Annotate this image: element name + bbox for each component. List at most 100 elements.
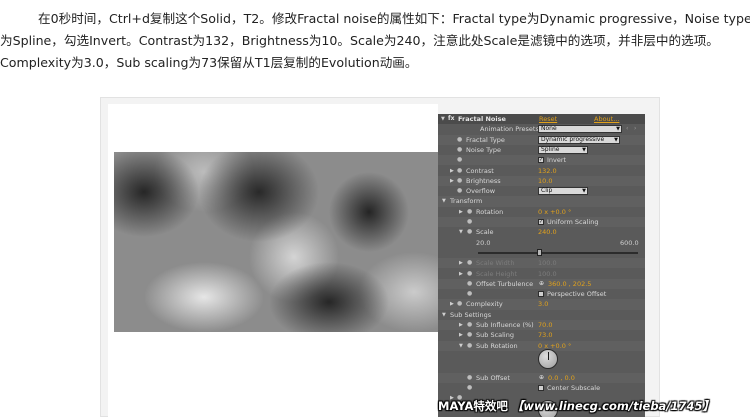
fractal-type-value: Dynamic progressive bbox=[541, 135, 605, 143]
fractal-noise-preview bbox=[114, 152, 438, 332]
rotation-value[interactable]: 0 x +0.0 ° bbox=[538, 207, 571, 217]
stopwatch-icon[interactable]: ● bbox=[467, 279, 472, 289]
contrast-value[interactable]: 132.0 bbox=[538, 166, 557, 176]
twirl-open-icon[interactable]: ▼ bbox=[442, 196, 446, 206]
twirl-open-icon[interactable]: ▼ bbox=[459, 341, 463, 351]
twirl-closed-icon[interactable]: ▶ bbox=[450, 166, 454, 176]
twirl-open-icon[interactable]: ▼ bbox=[459, 227, 463, 237]
complexity-value[interactable]: 3.0 bbox=[538, 299, 548, 309]
stopwatch-icon[interactable]: ● bbox=[457, 145, 462, 155]
stopwatch-icon[interactable]: ● bbox=[467, 207, 472, 217]
watermark-url: 【www.linecg.com/tieba/1745】 bbox=[511, 399, 715, 413]
scale-slider-track[interactable] bbox=[478, 249, 638, 257]
animation-presets-label: Animation Presets: bbox=[480, 125, 542, 134]
twirl-closed-icon[interactable]: ▶ bbox=[459, 258, 463, 268]
scale-width-value: 100.0 bbox=[538, 259, 557, 268]
sub-influence-label: Sub Influence (%) bbox=[476, 321, 534, 329]
twirl-open-icon[interactable]: ▼ bbox=[441, 114, 445, 124]
perspective-offset-label: Perspective Offset bbox=[547, 290, 607, 299]
preset-next-icon[interactable]: › bbox=[634, 124, 636, 134]
scale-row: ▼ ● Scale 240.0 bbox=[438, 227, 645, 237]
dial-needle bbox=[548, 352, 549, 360]
reset-link[interactable]: Reset bbox=[539, 114, 557, 124]
transform-group-row[interactable]: ▼ Transform bbox=[438, 196, 645, 207]
sub-scaling-value[interactable]: 73.0 bbox=[538, 330, 552, 340]
sub-offset-value[interactable]: 0.0 , 0.0 bbox=[548, 373, 575, 383]
chevron-down-icon: ▼ bbox=[614, 136, 618, 143]
sub-offset-label: Sub Offset bbox=[476, 373, 510, 382]
brightness-value[interactable]: 10.0 bbox=[538, 176, 552, 186]
fractal-type-dropdown[interactable]: Dynamic progressive ▼ bbox=[538, 135, 620, 144]
uniform-scaling-checkbox[interactable]: ✓ bbox=[538, 219, 544, 225]
complexity-row: ▶ ● Complexity 3.0 bbox=[438, 299, 645, 310]
scale-range-row: 20.0 600.0 bbox=[438, 238, 645, 248]
stopwatch-icon[interactable]: ● bbox=[457, 299, 462, 309]
center-subscale-row: ● Center Subscale bbox=[438, 383, 645, 393]
fractal-type-row: ● Fractal Type Dynamic progressive ▼ bbox=[438, 134, 645, 145]
twirl-open-icon[interactable]: ▼ bbox=[442, 310, 446, 320]
animation-presets-row: Animation Presets: None ▼ ‹ › bbox=[438, 124, 645, 134]
effect-controls-panel: ▼ fx Fractal Noise Reset About... Animat… bbox=[438, 114, 645, 417]
noise-type-dropdown[interactable]: Spline ▼ bbox=[538, 146, 588, 155]
rotation-row: ▶ ● Rotation 0 x +0.0 ° bbox=[438, 207, 645, 217]
overflow-row: ● Overflow Clip ▼ bbox=[438, 186, 645, 196]
stopwatch-icon[interactable]: ● bbox=[467, 227, 472, 237]
article-line-2: 为Spline，勾选Invert。Contrast为132，Brightness… bbox=[0, 33, 719, 48]
stopwatch-icon[interactable]: ● bbox=[457, 186, 462, 196]
about-link[interactable]: About... bbox=[594, 114, 619, 124]
chevron-down-icon: ▼ bbox=[582, 147, 586, 154]
effect-header-row[interactable]: ▼ fx Fractal Noise Reset About... bbox=[438, 114, 645, 125]
animation-presets-dropdown[interactable]: None ▼ bbox=[538, 125, 622, 134]
stopwatch-icon[interactable]: ● bbox=[467, 289, 472, 299]
twirl-closed-icon[interactable]: ▶ bbox=[450, 299, 454, 309]
stopwatch-icon[interactable]: ● bbox=[467, 383, 472, 393]
scale-max-label: 600.0 bbox=[620, 238, 639, 247]
invert-label: Invert bbox=[547, 156, 567, 165]
offset-turbulence-value[interactable]: 360.0 , 202.5 bbox=[548, 279, 591, 289]
scale-min-label: 20.0 bbox=[476, 238, 491, 247]
twirl-closed-icon[interactable]: ▶ bbox=[459, 207, 463, 217]
twirl-closed-icon[interactable]: ▶ bbox=[459, 330, 463, 340]
crosshair-icon[interactable]: ⊕ bbox=[539, 373, 544, 383]
twirl-closed-icon[interactable]: ▶ bbox=[459, 269, 463, 279]
stopwatch-icon[interactable]: ● bbox=[467, 269, 472, 279]
sub-influence-value[interactable]: 70.0 bbox=[538, 320, 552, 330]
preset-prev-icon[interactable]: ‹ bbox=[626, 124, 628, 134]
noise-type-row: ● Noise Type Spline ▼ bbox=[438, 145, 645, 155]
article-text: 在0秒时间，Ctrl+d复制这个Solid，T2。修改Fractal noise… bbox=[0, 8, 750, 74]
animation-presets-value: None bbox=[541, 125, 557, 133]
stopwatch-icon[interactable]: ● bbox=[457, 166, 462, 176]
scale-value[interactable]: 240.0 bbox=[538, 227, 557, 237]
stopwatch-icon[interactable]: ● bbox=[467, 341, 472, 351]
transform-label: Transform bbox=[450, 197, 483, 206]
fx-icon[interactable]: fx bbox=[448, 114, 454, 124]
stopwatch-icon[interactable]: ● bbox=[467, 320, 472, 330]
center-subscale-checkbox[interactable] bbox=[538, 385, 544, 392]
overflow-label: Overflow bbox=[466, 187, 496, 196]
stopwatch-icon[interactable]: ● bbox=[457, 176, 462, 186]
stopwatch-icon[interactable]: ● bbox=[457, 155, 462, 165]
stopwatch-icon[interactable]: ● bbox=[467, 217, 472, 227]
center-subscale-label: Center Subscale bbox=[547, 384, 601, 393]
article-line-1: 在0秒时间，Ctrl+d复制这个Solid，T2。修改Fractal noise… bbox=[38, 11, 750, 26]
complexity-label: Complexity bbox=[466, 300, 503, 309]
twirl-closed-icon[interactable]: ▶ bbox=[459, 320, 463, 330]
sub-influence-row: ▶ ● Sub Influence (%) 70.0 bbox=[438, 320, 645, 331]
stopwatch-icon[interactable]: ● bbox=[467, 373, 472, 383]
fractal-type-label: Fractal Type bbox=[466, 135, 505, 144]
sub-rotation-dial[interactable] bbox=[538, 349, 558, 369]
overflow-dropdown[interactable]: Clip ▼ bbox=[538, 187, 588, 196]
perspective-offset-checkbox[interactable] bbox=[538, 291, 544, 298]
brightness-label: Brightness bbox=[466, 176, 501, 185]
sub-settings-group-row[interactable]: ▼ Sub Settings bbox=[438, 310, 645, 320]
stopwatch-icon[interactable]: ● bbox=[467, 330, 472, 340]
sub-rotation-row: ▼ ● Sub Rotation 0 x +0.0 ° bbox=[438, 340, 645, 351]
scale-slider-handle[interactable] bbox=[536, 249, 542, 257]
stopwatch-icon[interactable]: ● bbox=[467, 258, 472, 268]
crosshair-icon[interactable]: ⊕ bbox=[539, 279, 544, 289]
invert-checkbox[interactable]: ✓ bbox=[538, 157, 544, 164]
twirl-closed-icon[interactable]: ▶ bbox=[450, 176, 454, 186]
scale-height-row: ▶ ● Scale Height 100.0 bbox=[438, 269, 645, 279]
scale-label: Scale bbox=[476, 228, 494, 237]
stopwatch-icon[interactable]: ● bbox=[457, 135, 462, 145]
